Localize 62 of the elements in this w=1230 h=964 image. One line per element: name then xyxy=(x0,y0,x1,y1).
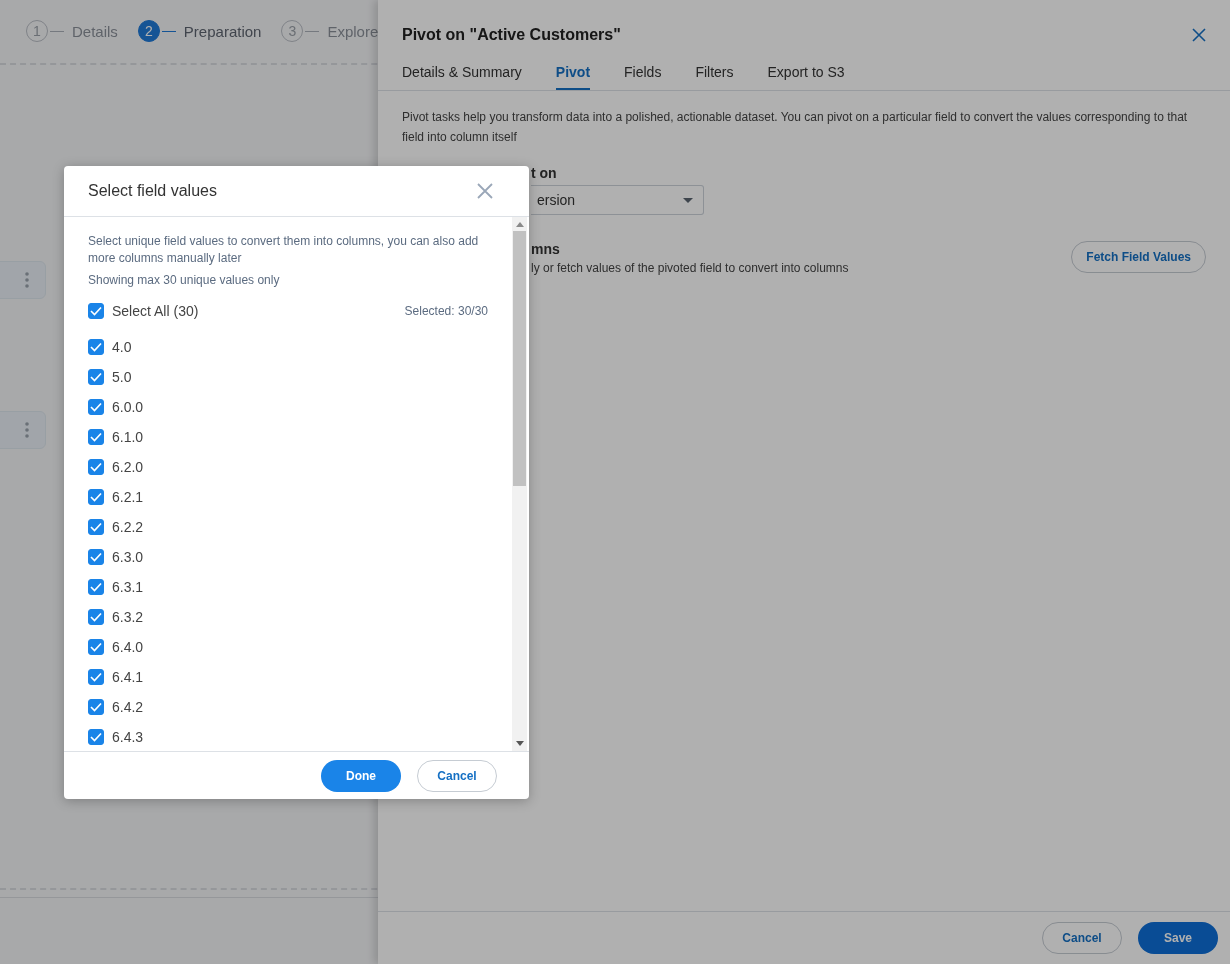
checkbox-label: 6.2.2 xyxy=(112,519,144,535)
checkbox-label: 6.4.1 xyxy=(112,669,144,685)
checkbox-label: 6.0.0 xyxy=(112,399,144,415)
tab[interactable]: Filters xyxy=(695,64,734,90)
panel-title: Pivot on "Active Customers" xyxy=(402,26,621,44)
checkbox[interactable] xyxy=(88,609,104,625)
step-label[interactable]: Explore xyxy=(327,22,379,40)
dialog-title: Select field values xyxy=(88,182,217,200)
checkbox[interactable] xyxy=(88,489,104,505)
checkbox[interactable] xyxy=(88,519,104,535)
section-hint: ly or fetch values of the pivoted field to convert into columns xyxy=(531,261,849,275)
note-text: Showing max 30 unique values only xyxy=(88,273,281,287)
checkbox-label: 6.3.1 xyxy=(112,579,144,595)
step-number[interactable]: 2 xyxy=(137,20,160,42)
checkbox-label: 4.0 xyxy=(112,339,132,355)
scroll-up-arrow-icon[interactable] xyxy=(515,222,524,227)
checkbox[interactable] xyxy=(88,549,104,565)
checkbox[interactable] xyxy=(88,579,104,595)
fetch-field-values-button[interactable]: Fetch Field Values xyxy=(1071,241,1206,273)
more-options-icon[interactable] xyxy=(25,422,29,438)
dropdown-field[interactable]: ersion xyxy=(531,185,704,215)
tab[interactable]: Fields xyxy=(624,64,662,90)
close-icon[interactable] xyxy=(477,183,493,199)
checkbox[interactable] xyxy=(88,459,104,475)
section-heading: mns xyxy=(531,241,560,257)
step-label[interactable]: Details xyxy=(72,22,118,40)
cancel-button[interactable]: Cancel xyxy=(417,759,497,792)
scroll-down-arrow-icon[interactable] xyxy=(515,741,524,746)
checkbox-label: 6.4.3 xyxy=(112,729,144,745)
checkbox-label: 6.1.0 xyxy=(112,429,144,445)
checkbox[interactable] xyxy=(88,429,104,445)
checkbox-label: 6.2.0 xyxy=(112,459,144,475)
checkbox-label: 6.4.0 xyxy=(112,639,144,655)
tab[interactable]: Export to S3 xyxy=(767,64,845,90)
tab[interactable]: Details & Summary xyxy=(402,64,522,90)
checkbox[interactable] xyxy=(88,303,104,319)
save-button[interactable]: Save xyxy=(1138,922,1218,954)
scrollbar[interactable] xyxy=(512,217,527,751)
field-label: t on xyxy=(531,165,557,181)
close-icon[interactable] xyxy=(1192,28,1206,42)
checkbox[interactable] xyxy=(88,399,104,415)
checkbox[interactable] xyxy=(88,369,104,385)
checkbox[interactable] xyxy=(88,699,104,715)
checkbox-label: Select All (30) xyxy=(112,303,199,319)
selected-count: Selected: 30/30 xyxy=(404,304,488,318)
intro-text: Select unique field values to convert them into columns, you can also add more columns manually later xyxy=(88,233,480,267)
checkbox-label: 6.2.1 xyxy=(112,489,144,505)
checkbox-label: 6.3.0 xyxy=(112,549,144,565)
step-label[interactable]: Preparation xyxy=(183,22,262,40)
description-text: Pivot tasks help you transform data into a polished, actionable dataset. You can pivot on a particular field to convert the values corresponding to that field into column itself xyxy=(402,109,1189,146)
checkbox-label: 5.0 xyxy=(112,369,132,385)
more-options-icon[interactable] xyxy=(25,272,29,288)
done-button[interactable]: Done xyxy=(321,759,401,792)
checkbox[interactable] xyxy=(88,339,104,355)
cancel-button[interactable]: Cancel xyxy=(1042,922,1122,954)
caret-icon xyxy=(683,197,693,203)
checkbox[interactable] xyxy=(88,639,104,655)
tab[interactable]: Pivot xyxy=(555,64,591,90)
checkbox-label: 6.3.2 xyxy=(112,609,144,625)
checkbox[interactable] xyxy=(88,729,104,745)
checkbox[interactable] xyxy=(88,669,104,685)
checkbox-label: 6.4.2 xyxy=(112,699,144,715)
